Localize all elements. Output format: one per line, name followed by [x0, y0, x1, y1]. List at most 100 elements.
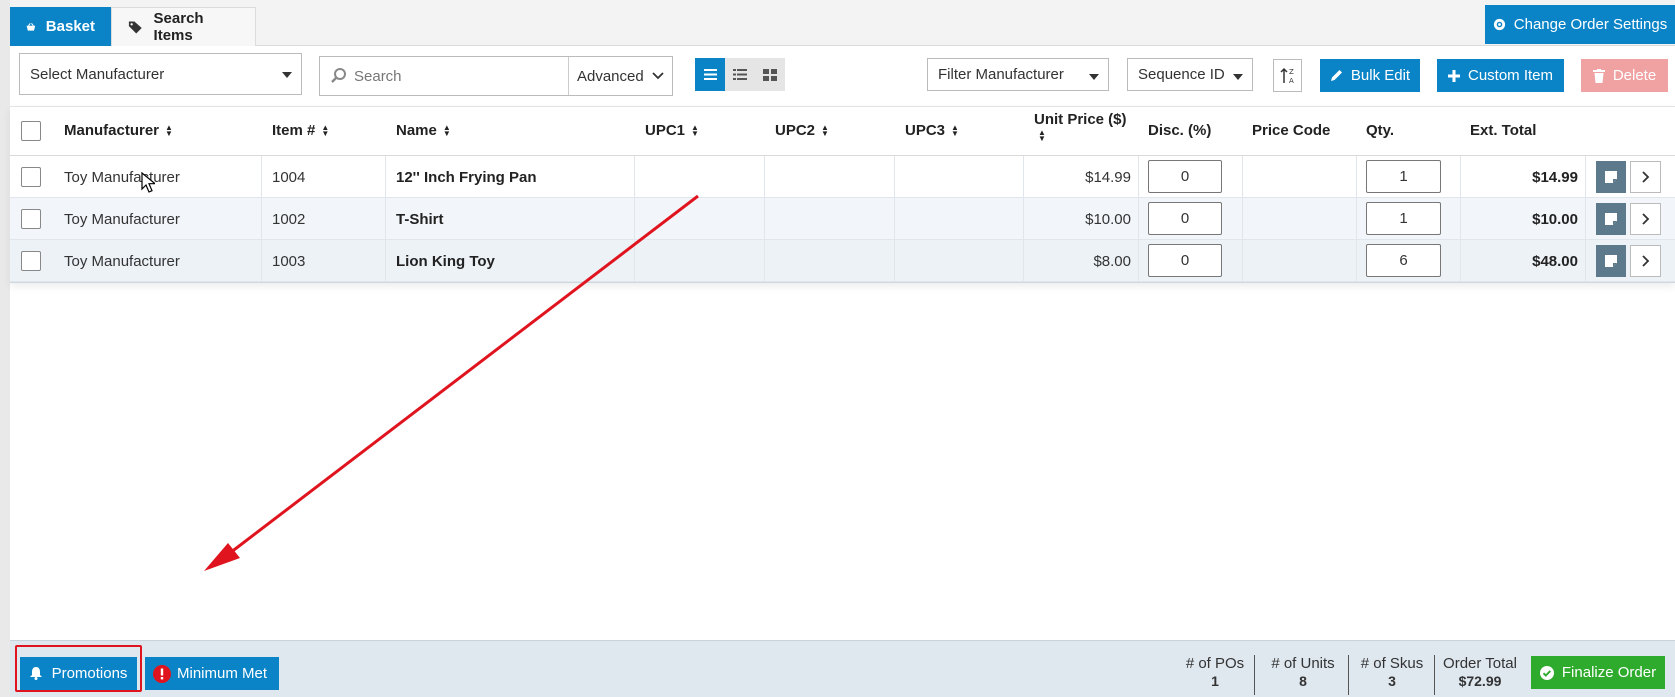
table-header: Manufacturer ▲ ▼ Item # ▲ ▼ Name ▲ ▼ UPC1 ▲… — [10, 107, 1675, 156]
column-item-number[interactable]: Item # ▲ ▼ — [272, 122, 329, 139]
custom-item-label: Custom Item — [1467, 67, 1554, 84]
chevron-right-icon — [1641, 213, 1649, 225]
stat-skus: # of Skus 3 — [1354, 655, 1430, 689]
cell-item-number: 1004 — [272, 168, 306, 186]
column-manufacturer[interactable]: Manufacturer ▲ ▼ — [64, 122, 173, 139]
column-price-code: Price Code — [1252, 122, 1330, 139]
quantity-input[interactable]: 6 — [1366, 244, 1441, 277]
column-upc1-label: UPC1 — [645, 122, 686, 139]
detail-view-button[interactable] — [725, 58, 755, 91]
sort-icon: ▲ ▼ — [821, 122, 829, 138]
column-upc2[interactable]: UPC2 ▲ ▼ — [775, 122, 829, 139]
row-checkbox[interactable] — [21, 198, 41, 240]
quantity-input[interactable]: 1 — [1366, 202, 1441, 235]
stat-pos-value: 1 — [1211, 673, 1219, 689]
stat-order-total-label: Order Total — [1443, 655, 1517, 672]
tab-basket[interactable]: Basket — [10, 7, 111, 46]
sequence-id-dropdown[interactable]: Sequence ID — [1127, 58, 1253, 91]
delete-label: Delete — [1612, 67, 1657, 84]
table-row[interactable]: Toy Manufacturer 1004 12'' Inch Frying P… — [10, 156, 1675, 198]
discount-input[interactable]: 0 — [1148, 160, 1222, 193]
change-order-settings-label: Change Order Settings — [1513, 16, 1668, 33]
toolbar: Select Manufacturer Advanced Filter Manu — [10, 46, 1675, 106]
note-icon — [1605, 213, 1617, 225]
tab-search-items-label: Search Items — [153, 10, 204, 44]
cell-item-number: 1002 — [272, 210, 306, 228]
change-order-settings-button[interactable]: Change Order Settings — [1485, 5, 1675, 44]
advanced-search-dropdown[interactable]: Advanced — [569, 57, 672, 95]
search-input[interactable] — [320, 57, 569, 95]
check-circle-icon — [1539, 665, 1554, 680]
cell-unit-price: $8.00 — [1093, 252, 1131, 270]
sort-icon: ▲ ▼ — [165, 122, 173, 138]
filter-manufacturer-value: Filter Manufacturer — [938, 66, 1064, 83]
row-checkbox[interactable] — [21, 156, 41, 198]
stat-divider — [1434, 655, 1435, 695]
chevron-right-icon — [1641, 255, 1649, 267]
stat-order-total: Order Total $72.99 — [1438, 655, 1522, 689]
table-row[interactable]: Toy Manufacturer 1003 Lion King Toy $8.0… — [10, 240, 1675, 282]
column-price-code-label: Price Code — [1252, 122, 1331, 139]
cell-name: 12'' Inch Frying Pan — [396, 168, 537, 186]
delete-button[interactable]: Delete — [1581, 59, 1668, 92]
select-all-checkbox[interactable] — [21, 121, 41, 141]
note-button[interactable] — [1596, 203, 1626, 235]
column-unit-price[interactable]: Unit Price ($) ▲ ▼ — [1034, 111, 1127, 143]
row-details-button[interactable] — [1630, 161, 1661, 193]
chevron-down-icon — [652, 72, 664, 80]
bulk-edit-button[interactable]: Bulk Edit — [1320, 59, 1420, 92]
chevron-down-icon — [1089, 74, 1099, 80]
chevron-right-icon — [1641, 171, 1649, 183]
search-icon — [331, 68, 346, 83]
discount-input[interactable]: 0 — [1148, 244, 1222, 277]
alert-icon — [153, 664, 171, 683]
filter-manufacturer-dropdown[interactable]: Filter Manufacturer — [927, 58, 1109, 91]
table-row[interactable]: Toy Manufacturer 1002 T-Shirt $10.00 0 1… — [10, 198, 1675, 240]
search-group: Advanced — [319, 56, 673, 96]
chevron-down-icon — [1233, 74, 1243, 80]
row-checkbox[interactable] — [21, 240, 41, 282]
custom-item-button[interactable]: Custom Item — [1437, 59, 1564, 92]
row-details-button[interactable] — [1630, 203, 1661, 235]
column-name[interactable]: Name ▲ ▼ — [396, 122, 451, 139]
cell-ext-total: $10.00 — [1532, 210, 1578, 228]
stat-skus-value: 3 — [1388, 673, 1396, 689]
svg-text:A: A — [1289, 77, 1294, 85]
discount-input[interactable]: 0 — [1148, 202, 1222, 235]
tab-search-items[interactable]: Search Items — [111, 7, 256, 46]
column-unit-price-label: Unit Price ($) — [1034, 111, 1127, 128]
note-button[interactable] — [1596, 245, 1626, 277]
advanced-label: Advanced — [576, 67, 644, 85]
quantity-input[interactable]: 1 — [1366, 160, 1441, 193]
minimum-met-label: Minimum Met — [177, 665, 268, 682]
sort-icon: ▲ ▼ — [951, 122, 959, 138]
stat-units: # of Units 8 — [1262, 655, 1344, 689]
svg-text:Z: Z — [1289, 68, 1294, 76]
minimum-met-button[interactable]: Minimum Met — [145, 657, 279, 690]
note-button[interactable] — [1596, 161, 1626, 193]
note-icon — [1605, 171, 1617, 183]
stat-divider — [1254, 655, 1255, 695]
sequence-id-value: Sequence ID — [1138, 66, 1225, 83]
tab-bar: Basket Search Items Change Order Setting… — [10, 0, 1675, 46]
sort-alpha-icon: ZA — [1279, 67, 1294, 85]
stat-pos-label: # of POs — [1185, 655, 1245, 672]
row-details-button[interactable] — [1630, 245, 1661, 277]
select-manufacturer-dropdown[interactable]: Select Manufacturer — [19, 53, 302, 95]
select-manufacturer-value: Select Manufacturer — [30, 65, 165, 83]
grid-view-button[interactable] — [755, 58, 785, 91]
column-upc1[interactable]: UPC1 ▲ ▼ — [645, 122, 699, 139]
finalize-order-button[interactable]: Finalize Order — [1531, 656, 1665, 689]
column-item-number-label: Item # — [272, 122, 316, 139]
finalize-order-label: Finalize Order — [1561, 664, 1657, 681]
column-upc3[interactable]: UPC3 ▲ ▼ — [905, 122, 959, 139]
stat-order-total-value: $72.99 — [1458, 673, 1502, 689]
basket-icon — [26, 22, 36, 31]
list-view-button[interactable] — [695, 58, 725, 91]
sort-icon: ▲ ▼ — [1038, 128, 1046, 143]
sort-icon: ▲ ▼ — [442, 122, 451, 138]
sort-icon: ▲ ▼ — [691, 122, 699, 138]
order-footer: Promotions Minimum Met # of POs 1 # of U… — [10, 640, 1675, 697]
sort-order-button[interactable]: ZA — [1273, 59, 1302, 92]
column-manufacturer-label: Manufacturer — [64, 122, 160, 139]
